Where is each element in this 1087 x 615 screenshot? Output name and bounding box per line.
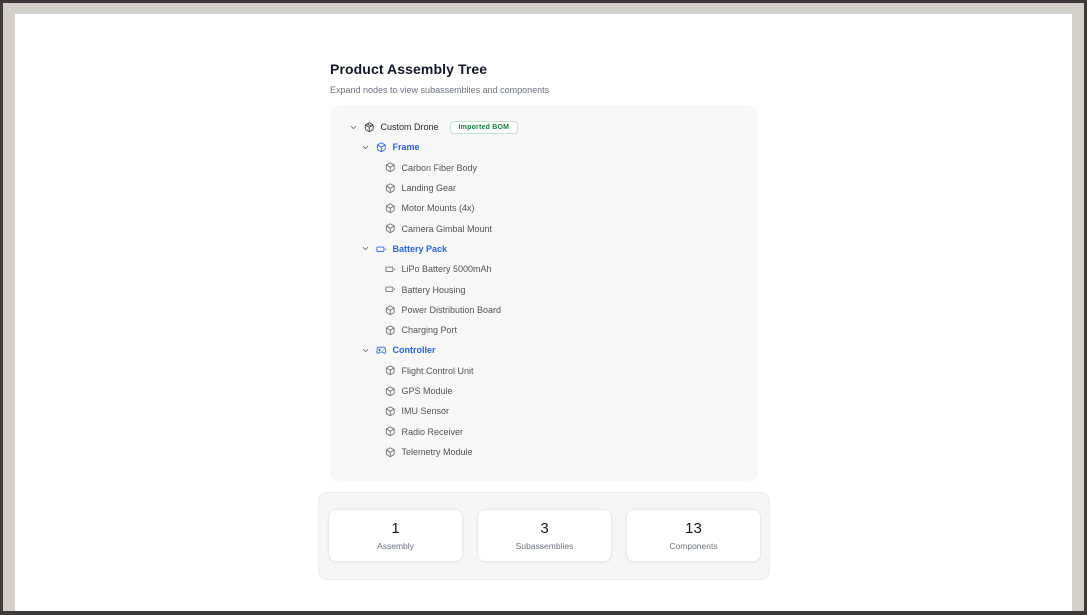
box-icon-wrap [385, 223, 396, 234]
node-label: LiPo Battery 5000mAh [402, 264, 492, 274]
stat-value: 13 [685, 520, 702, 537]
battery-icon [385, 284, 396, 295]
tree-node-subassembly[interactable]: Frame [330, 137, 758, 157]
battery-icon-wrap [385, 264, 396, 275]
assembly-tree-panel: Custom Drone Imported BOM Frame Carbon Fibe… [330, 105, 758, 482]
chevron-down-icon[interactable] [361, 143, 370, 152]
window-frame: Product Assembly Tree Expand nodes to vi… [3, 3, 1084, 611]
battery-icon-wrap [376, 244, 387, 255]
tree-node-component[interactable]: Flight Control Unit [330, 361, 758, 381]
box-icon [385, 162, 396, 173]
node-label: Battery Pack [393, 244, 448, 254]
node-label: Controller [393, 345, 436, 355]
stat-card-components: 13 Components [626, 509, 761, 562]
stats-strip: 1 Assembly 3 Subassemblies 13 Components [318, 492, 770, 580]
chevron-down-icon[interactable] [349, 123, 358, 132]
box-icon [385, 203, 396, 214]
box-icon-wrap [385, 447, 396, 458]
tree-node-component[interactable]: Power Distribution Board [330, 300, 758, 320]
box-icon [385, 365, 396, 376]
tree-node-component[interactable]: Landing Gear [330, 178, 758, 198]
box-icon-wrap [385, 365, 396, 376]
box-icon [385, 406, 396, 417]
node-label: Carbon Fiber Body [402, 163, 478, 173]
tree-node-subassembly[interactable]: Battery Pack [330, 239, 758, 259]
box-icon-wrap [385, 406, 396, 417]
box-icon-wrap [376, 142, 387, 153]
tree-node-component[interactable]: GPS Module [330, 381, 758, 401]
tree-node-component[interactable]: Carbon Fiber Body [330, 158, 758, 178]
box-icon-wrap [385, 305, 396, 316]
box-icon-wrap [385, 162, 396, 173]
chevron-down-icon[interactable] [361, 244, 370, 253]
gamepad-icon-wrap [376, 345, 387, 356]
tree-node-component[interactable]: LiPo Battery 5000mAh [330, 259, 758, 279]
stat-value: 1 [391, 520, 399, 537]
page-subtitle: Expand nodes to view subassemblies and c… [330, 85, 780, 95]
tree-node-component[interactable]: Motor Mounts (4x) [330, 198, 758, 218]
expander[interactable] [361, 346, 370, 355]
stat-card-assembly: 1 Assembly [328, 509, 463, 562]
expander[interactable] [361, 143, 370, 152]
tree-node-component[interactable]: Radio Receiver [330, 421, 758, 441]
box-icon [385, 386, 396, 397]
node-label: Landing Gear [402, 183, 457, 193]
package-icon-wrap [364, 122, 375, 133]
expander[interactable] [361, 244, 370, 253]
stat-card-subassemblies: 3 Subassemblies [477, 509, 612, 562]
tree-node-component[interactable]: Charging Port [330, 320, 758, 340]
page-background: Product Assembly Tree Expand nodes to vi… [15, 14, 1072, 611]
tree-node-assembly[interactable]: Custom Drone Imported BOM [330, 117, 758, 137]
imported-bom-badge: Imported BOM [450, 121, 519, 134]
box-icon-wrap [385, 386, 396, 397]
page-title: Product Assembly Tree [330, 61, 780, 77]
chevron-down-icon[interactable] [361, 346, 370, 355]
stat-value: 3 [540, 520, 548, 537]
node-label: Camera Gimbal Mount [402, 224, 493, 234]
node-label: Custom Drone [381, 122, 439, 132]
tree-node-component[interactable]: Telemetry Module [330, 442, 758, 462]
box-icon [385, 325, 396, 336]
box-icon [385, 305, 396, 316]
node-label: Power Distribution Board [402, 305, 502, 315]
tree-node-subassembly[interactable]: Controller [330, 340, 758, 360]
package-icon [364, 122, 375, 133]
tree-node-component[interactable]: IMU Sensor [330, 401, 758, 421]
box-icon-wrap [385, 203, 396, 214]
box-icon-wrap [385, 325, 396, 336]
tree-node-component[interactable]: Camera Gimbal Mount [330, 218, 758, 238]
tree-node-component[interactable]: Battery Housing [330, 279, 758, 299]
node-label: Telemetry Module [402, 447, 473, 457]
box-icon-wrap [385, 183, 396, 194]
node-label: Battery Housing [402, 285, 466, 295]
node-label: Flight Control Unit [402, 366, 474, 376]
node-label: IMU Sensor [402, 406, 450, 416]
battery-icon [376, 244, 387, 255]
stat-label: Assembly [377, 541, 414, 551]
node-label: Charging Port [402, 325, 458, 335]
node-label: Radio Receiver [402, 427, 464, 437]
expander[interactable] [349, 123, 358, 132]
gamepad-icon [376, 345, 387, 356]
box-icon [385, 447, 396, 458]
box-icon [376, 142, 387, 153]
box-icon [385, 223, 396, 234]
node-label: GPS Module [402, 386, 453, 396]
battery-icon [385, 264, 396, 275]
box-icon [385, 183, 396, 194]
stat-label: Components [669, 541, 717, 551]
box-icon-wrap [385, 426, 396, 437]
node-label: Motor Mounts (4x) [402, 203, 475, 213]
node-label: Frame [393, 142, 420, 152]
box-icon [385, 426, 396, 437]
page-header: Product Assembly Tree Expand nodes to vi… [330, 61, 780, 95]
battery-icon-wrap [385, 284, 396, 295]
stat-label: Subassemblies [516, 541, 574, 551]
